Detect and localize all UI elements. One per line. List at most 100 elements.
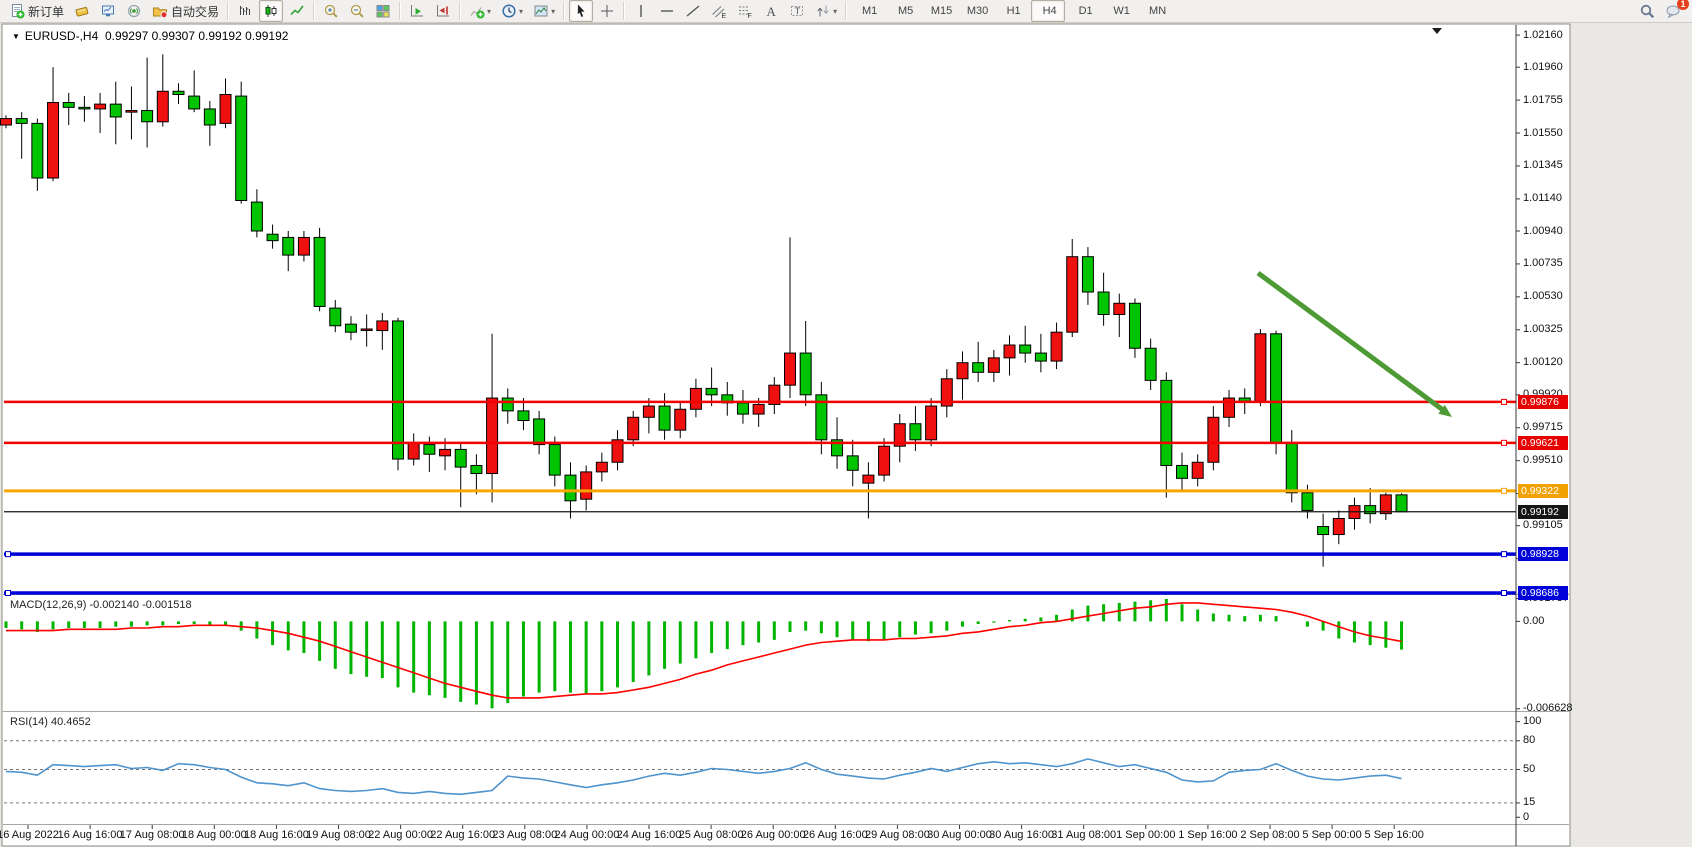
candle[interactable] — [1051, 332, 1062, 361]
candle[interactable] — [1318, 527, 1329, 535]
candle[interactable] — [1145, 348, 1156, 380]
candle[interactable] — [157, 91, 168, 122]
line-handle[interactable] — [1502, 552, 1507, 557]
candle[interactable] — [800, 353, 811, 395]
candle[interactable] — [675, 409, 686, 430]
candle[interactable] — [79, 107, 90, 109]
candle[interactable] — [785, 353, 796, 385]
candle[interactable] — [1380, 495, 1391, 514]
candle[interactable] — [267, 234, 278, 240]
candle[interactable] — [1208, 417, 1219, 462]
chart-ohlc-label: 0.99297 0.99307 0.99192 0.99192 — [105, 29, 289, 43]
candle[interactable] — [1067, 257, 1078, 332]
line-handle[interactable] — [1502, 399, 1507, 404]
candle[interactable] — [1192, 462, 1203, 478]
candle[interactable] — [1302, 493, 1313, 511]
candle[interactable] — [1098, 292, 1109, 314]
candle[interactable] — [1333, 518, 1344, 534]
candle[interactable] — [737, 403, 748, 414]
candle[interactable] — [16, 119, 27, 124]
candle[interactable] — [361, 329, 372, 331]
candle[interactable] — [643, 406, 654, 417]
date-tick-label: 16 Aug 2022 — [0, 829, 62, 841]
candle[interactable] — [534, 419, 545, 445]
candle[interactable] — [408, 443, 419, 459]
candle[interactable] — [345, 324, 356, 332]
candle[interactable] — [581, 472, 592, 499]
candle[interactable] — [189, 96, 200, 109]
rsi-tick-label: 0 — [1523, 811, 1529, 823]
candle[interactable] — [455, 449, 466, 467]
candle[interactable] — [910, 424, 921, 440]
date-tick-label: 23 Aug 08:00 — [491, 829, 559, 841]
candle[interactable] — [330, 308, 341, 326]
price-chart-svg[interactable] — [0, 0, 1692, 847]
candle[interactable] — [251, 202, 262, 231]
candle[interactable] — [753, 404, 764, 414]
candle[interactable] — [1286, 443, 1297, 493]
candle[interactable] — [314, 237, 325, 306]
candle[interactable] — [1082, 257, 1093, 292]
candle[interactable] — [706, 388, 717, 394]
candle[interactable] — [1365, 506, 1376, 514]
candle[interactable] — [690, 388, 701, 409]
candle[interactable] — [1, 119, 12, 125]
candle[interactable] — [440, 449, 451, 455]
candle[interactable] — [1129, 303, 1140, 348]
candle[interactable] — [142, 111, 153, 122]
candle[interactable] — [236, 96, 247, 200]
candle[interactable] — [126, 111, 137, 113]
candle[interactable] — [1177, 465, 1188, 478]
candle[interactable] — [973, 363, 984, 373]
candle[interactable] — [1255, 334, 1266, 401]
candle[interactable] — [518, 411, 529, 421]
candle[interactable] — [628, 417, 639, 439]
date-tick-label: 5 Sep 00:00 — [1298, 829, 1366, 841]
line-handle[interactable] — [1502, 591, 1507, 596]
candle[interactable] — [847, 456, 858, 470]
candle[interactable] — [863, 475, 874, 483]
candle[interactable] — [63, 103, 74, 108]
date-tick-label: 18 Aug 16:00 — [242, 829, 310, 841]
candle[interactable] — [110, 104, 121, 117]
candle[interactable] — [565, 475, 576, 501]
candle[interactable] — [596, 462, 607, 472]
candle[interactable] — [502, 398, 513, 411]
candle[interactable] — [393, 321, 404, 459]
candle[interactable] — [1020, 345, 1031, 353]
candle[interactable] — [173, 91, 184, 94]
candle[interactable] — [471, 465, 482, 473]
candle[interactable] — [1004, 345, 1015, 358]
rsi-tick-label: 100 — [1523, 715, 1541, 727]
line-handle[interactable] — [1502, 488, 1507, 493]
line-handle[interactable] — [6, 591, 11, 596]
candle[interactable] — [549, 445, 560, 476]
date-tick-label: 25 Aug 08:00 — [677, 829, 745, 841]
candle[interactable] — [32, 123, 43, 178]
candle[interactable] — [220, 94, 231, 123]
candle[interactable] — [1114, 303, 1125, 314]
date-tick-label: 26 Aug 00:00 — [739, 829, 807, 841]
candle[interactable] — [283, 237, 294, 255]
candle[interactable] — [377, 321, 388, 331]
candle[interactable] — [424, 445, 435, 455]
line-handle[interactable] — [1502, 440, 1507, 445]
candle[interactable] — [204, 109, 215, 125]
candle[interactable] — [1271, 334, 1282, 443]
candle[interactable] — [1035, 353, 1046, 361]
candle[interactable] — [926, 406, 937, 440]
candle[interactable] — [1161, 380, 1172, 465]
candle[interactable] — [988, 358, 999, 372]
candle[interactable] — [957, 363, 968, 379]
price-tick-label: 1.00530 — [1523, 290, 1563, 302]
candle[interactable] — [1396, 495, 1407, 512]
candle[interactable] — [48, 103, 59, 178]
candle[interactable] — [95, 104, 106, 109]
price-tick-label: 1.01960 — [1523, 61, 1563, 73]
chart-menu-icon[interactable]: ▼ — [12, 32, 20, 41]
candle[interactable] — [298, 237, 309, 255]
candle[interactable] — [659, 406, 670, 430]
line-handle[interactable] — [6, 552, 11, 557]
candle[interactable] — [487, 398, 498, 473]
candle[interactable] — [879, 446, 890, 475]
